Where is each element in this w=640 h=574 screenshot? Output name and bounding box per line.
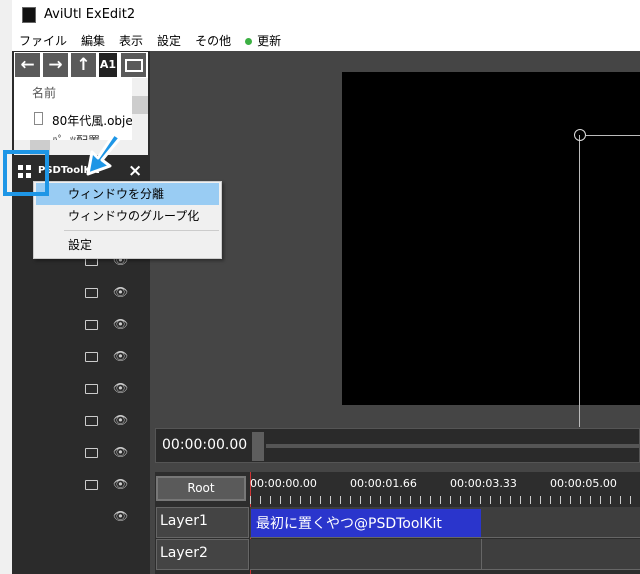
drive-button[interactable]: A1 xyxy=(99,53,117,77)
visibility-eye-icon[interactable]: 👁 xyxy=(113,381,128,395)
update-label: 更新 xyxy=(257,34,282,48)
visibility-eye-icon[interactable]: 👁 xyxy=(113,317,128,331)
menu-update[interactable]: 更新 xyxy=(238,32,288,49)
clip-end-line xyxy=(481,539,482,570)
menu-bar: ファイル 編集 表示 設定 その他 更新 xyxy=(12,30,640,51)
file-item[interactable]: 80年代風.object xyxy=(52,112,132,129)
menu-file[interactable]: ファイル xyxy=(12,32,74,49)
menu-other[interactable]: その他 xyxy=(188,32,238,49)
app-icon xyxy=(22,7,36,23)
visibility-eye-icon[interactable]: 👁 xyxy=(113,413,128,427)
timeline: Root 00:00:00.00 00:00:01.66 00:00:03.33… xyxy=(155,472,640,574)
layer-track[interactable] xyxy=(250,539,640,570)
ruler-label: 00:00:03.33 xyxy=(450,477,517,490)
visibility-eye-icon[interactable]: 👁 xyxy=(113,349,128,363)
forward-button[interactable]: → xyxy=(43,53,68,77)
ruler-label: 00:00:00.00 xyxy=(250,477,317,490)
time-ruler[interactable]: 00:00:00.00 00:00:01.66 00:00:03.33 00:0… xyxy=(250,472,640,574)
folder-icon[interactable] xyxy=(85,352,98,362)
editor-area: 00:00:00.00 Root 00:00:00.00 00:00:01.66… xyxy=(150,51,640,574)
layer-header[interactable]: Layer1 xyxy=(156,507,249,538)
column-header-name[interactable]: 名前 xyxy=(32,84,56,101)
folder-icon[interactable] xyxy=(85,288,98,298)
up-button[interactable]: ↑ xyxy=(71,53,96,77)
visibility-eye-icon[interactable]: 👁 xyxy=(113,477,128,491)
file-icon xyxy=(34,112,43,125)
folder-icon[interactable] xyxy=(85,448,98,458)
menu-item-group-window[interactable]: ウィンドウのグループ化 xyxy=(36,205,219,227)
update-dot-icon xyxy=(245,38,253,45)
seek-bar: 00:00:00.00 xyxy=(155,428,640,463)
title-bar: AviUtl ExEdit2 xyxy=(12,0,640,30)
window-title: AviUtl ExEdit2 xyxy=(44,7,136,22)
anchor-handle[interactable] xyxy=(574,129,586,141)
folder-icon[interactable] xyxy=(85,416,98,426)
visibility-eye-icon[interactable]: 👁 xyxy=(113,509,128,523)
seek-track[interactable] xyxy=(266,444,640,448)
timeline-clip[interactable]: 最初に置くやつ@PSDToolKit xyxy=(251,509,481,537)
visibility-eye-icon[interactable]: 👁 xyxy=(113,445,128,459)
context-menu: ウィンドウを分離 ウィンドウのグループ化 設定 xyxy=(33,181,222,259)
vertical-scrollbar[interactable] xyxy=(132,78,148,140)
close-icon[interactable]: × xyxy=(128,161,142,181)
guide-line xyxy=(586,135,640,136)
arrow-annotation-icon xyxy=(86,132,122,176)
highlight-box xyxy=(3,150,49,196)
root-button[interactable]: Root xyxy=(156,476,246,501)
guide-line xyxy=(579,135,580,427)
menu-item-detach-window[interactable]: ウィンドウを分離 xyxy=(36,183,219,205)
current-time: 00:00:00.00 xyxy=(162,437,248,453)
folder-icon[interactable] xyxy=(85,480,98,490)
menu-view[interactable]: 表示 xyxy=(112,32,150,49)
layer-header[interactable]: Layer2 xyxy=(156,539,249,570)
visibility-eye-icon[interactable]: 👁 xyxy=(113,285,128,299)
ruler-label: 00:00:05.00 xyxy=(550,477,617,490)
folder-button[interactable] xyxy=(121,53,146,77)
back-button[interactable]: ← xyxy=(15,53,40,77)
ruler-label: 00:00:01.66 xyxy=(350,477,417,490)
folder-icon xyxy=(124,59,143,72)
folder-icon[interactable] xyxy=(85,384,98,394)
folder-icon[interactable] xyxy=(85,320,98,330)
menu-edit[interactable]: 編集 xyxy=(74,32,112,49)
menu-item-settings[interactable]: 設定 xyxy=(36,234,219,256)
menu-settings[interactable]: 設定 xyxy=(150,32,188,49)
ruler-ticks xyxy=(250,496,640,504)
seek-handle[interactable] xyxy=(252,432,264,461)
menu-separator xyxy=(64,230,219,231)
preview-canvas[interactable] xyxy=(342,72,640,405)
